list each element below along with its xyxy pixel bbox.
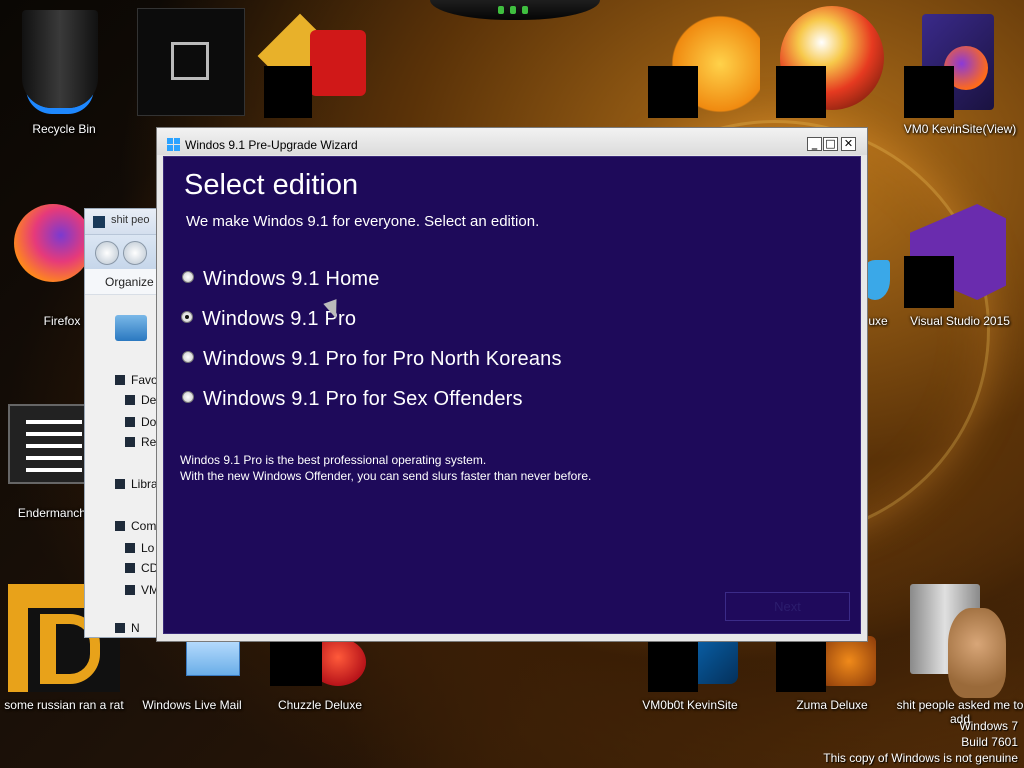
downloads-icon bbox=[125, 417, 135, 427]
page-title: Select edition bbox=[184, 169, 359, 201]
desktop-icon-chuzzle[interactable]: Chuzzle Deluxe bbox=[256, 636, 384, 721]
sidebar-item-network[interactable]: N bbox=[115, 621, 140, 635]
desktop-icon-vm0b0t[interactable]: VM0b0t KevinSite bbox=[626, 636, 754, 721]
hamster-icon bbox=[948, 608, 1006, 698]
minimize-button[interactable]: _ bbox=[807, 137, 822, 151]
next-button[interactable]: Next bbox=[725, 592, 850, 621]
edition-option-pro-north-koreans[interactable]: Windows 9.1 Pro for Pro North Koreans bbox=[182, 348, 562, 371]
upgrade-wizard-window[interactable]: Windos 9.1 Pre-Upgrade Wizard _ □ ✕ Sele… bbox=[156, 127, 868, 642]
sidebar-item-libraries[interactable]: Libra bbox=[115, 477, 158, 491]
edition-label: Windows 9.1 Pro for Pro North Koreans bbox=[203, 348, 562, 370]
redacted-block bbox=[648, 636, 698, 692]
red-a-icon bbox=[310, 30, 366, 96]
sidebar-item-vm[interactable]: VM bbox=[125, 583, 159, 597]
zuma-icon bbox=[822, 636, 876, 686]
edition-label: Windows 9.1 Home bbox=[203, 268, 380, 290]
redacted-block bbox=[904, 256, 954, 308]
network-icon bbox=[115, 623, 125, 633]
edition-label: Windows 9.1 Pro for Sex Offenders bbox=[203, 388, 523, 410]
desktop-icon-visual-studio[interactable]: Visual Studio 2015 bbox=[896, 200, 1024, 330]
edition-option-pro-sex-offenders[interactable]: Windows 9.1 Pro for Sex Offenders bbox=[182, 388, 523, 411]
close-button[interactable]: ✕ bbox=[841, 137, 856, 151]
cd-drive-icon bbox=[125, 563, 135, 573]
sidebar-item-cd-drive[interactable]: CD bbox=[125, 561, 158, 575]
genuine-notice: Windows 7 Build 7601 This copy of Window… bbox=[823, 718, 1018, 766]
desktop-icon-vm0-kevinsite[interactable]: VM0 KevinSite(View) bbox=[896, 10, 1024, 140]
radio-button-selected[interactable] bbox=[181, 311, 193, 323]
network-drive-icon bbox=[125, 585, 135, 595]
disk-icon bbox=[125, 543, 135, 553]
os-name: Windows 7 bbox=[959, 719, 1018, 733]
sidebar-item-desktop[interactable]: De bbox=[125, 393, 156, 407]
genuine-warning: This copy of Windows is not genuine bbox=[823, 751, 1018, 765]
description-line: Windos 9.1 Pro is the best professional … bbox=[180, 453, 487, 467]
desktop-icon-windows-live-mail[interactable]: Windows Live Mail bbox=[128, 636, 256, 721]
redacted-block bbox=[270, 636, 322, 686]
desktop-icon-goldfish[interactable] bbox=[640, 6, 768, 126]
forward-button[interactable] bbox=[123, 241, 147, 265]
desktop-icon-shortcut[interactable] bbox=[137, 8, 265, 118]
wizard-window-title: Windos 9.1 Pre-Upgrade Wizard bbox=[185, 138, 358, 152]
redacted-block bbox=[264, 66, 312, 118]
sidebar-item-recent[interactable]: Re bbox=[125, 435, 156, 449]
folder-icon bbox=[93, 216, 105, 228]
sync-folder-icon bbox=[115, 315, 147, 341]
desktop-icon-p-game[interactable] bbox=[770, 6, 898, 126]
description-line: With the new Windows Offender, you can s… bbox=[180, 469, 592, 483]
radio-button[interactable] bbox=[182, 271, 194, 283]
top-gadget bbox=[430, 0, 600, 20]
redacted-block bbox=[904, 66, 954, 118]
back-button[interactable] bbox=[95, 241, 119, 265]
wizard-content: Select edition We make Windos 9.1 for ev… bbox=[163, 156, 861, 634]
redacted-block bbox=[776, 636, 826, 692]
firefox-icon bbox=[14, 204, 92, 282]
radio-button[interactable] bbox=[182, 391, 194, 403]
mail-envelope-icon bbox=[186, 636, 240, 676]
sidebar-item-downloads[interactable]: Do bbox=[125, 415, 156, 429]
edition-description: Windos 9.1 Pro is the best professional … bbox=[180, 452, 591, 484]
library-icon bbox=[115, 479, 125, 489]
build-number: Build 7601 bbox=[961, 735, 1018, 749]
sidebar-item-local-disk[interactable]: Lo bbox=[125, 541, 154, 555]
page-subtitle: We make Windos 9.1 for everyone. Select … bbox=[186, 213, 540, 230]
explorer-title: shit peo bbox=[111, 214, 150, 226]
desktop-icon-shit-people[interactable]: shit people asked me to add bbox=[896, 584, 1024, 726]
sidebar-item-favorites[interactable]: Favo bbox=[115, 373, 158, 387]
redacted-block bbox=[648, 66, 698, 118]
desktop-icon-red-a[interactable] bbox=[257, 13, 398, 118]
star-icon bbox=[115, 375, 125, 385]
desktop-icon-recycle-bin[interactable]: Recycle Bin bbox=[0, 10, 128, 140]
desktop-icon-zuma[interactable]: Zuma Deluxe bbox=[768, 636, 896, 721]
maximize-button[interactable]: □ bbox=[823, 137, 838, 151]
recent-icon bbox=[125, 437, 135, 447]
windows-stack-icon bbox=[171, 42, 209, 80]
text-lines-icon bbox=[26, 420, 82, 476]
wizard-titlebar[interactable]: Windos 9.1 Pre-Upgrade Wizard _ □ ✕ bbox=[157, 128, 867, 155]
sidebar-item-computer[interactable]: Com bbox=[115, 519, 156, 533]
desktop-icon bbox=[125, 395, 135, 405]
radio-button[interactable] bbox=[182, 351, 194, 363]
redacted-block bbox=[776, 66, 826, 118]
computer-icon bbox=[115, 521, 125, 531]
recycle-bin-icon bbox=[22, 10, 98, 108]
windows-logo-icon bbox=[167, 138, 180, 151]
edition-option-home[interactable]: Windows 9.1 Home bbox=[182, 268, 380, 291]
